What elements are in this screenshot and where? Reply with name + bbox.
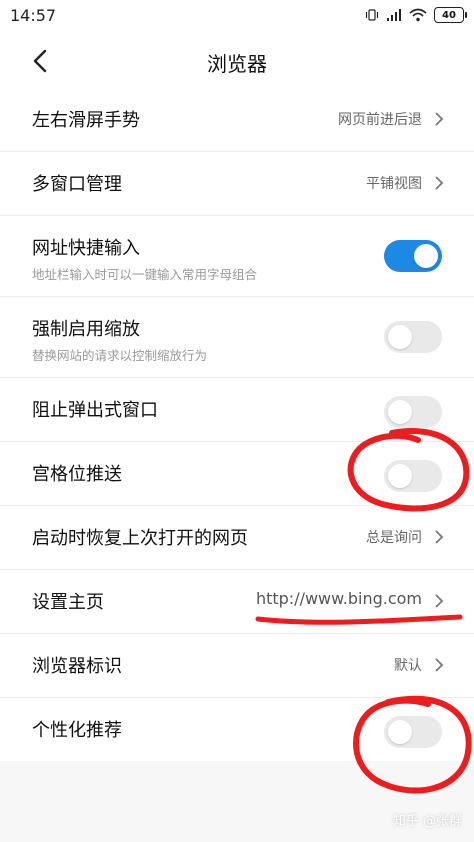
block-popups-toggle[interactable] bbox=[384, 396, 442, 428]
setting-title: 强制启用缩放 bbox=[32, 319, 140, 340]
setting-grid-push: 宫格位推送 bbox=[0, 442, 474, 506]
setting-url-shortcut: 网址快捷输入 地址栏输入时可以一键输入常用字母组合 bbox=[0, 216, 474, 297]
setting-restore-pages[interactable]: 启动时恢复上次打开的网页 总是询问 bbox=[0, 506, 474, 570]
setting-homepage[interactable]: 设置主页 http://www.bing.com bbox=[0, 570, 474, 634]
setting-value: 总是询问 bbox=[366, 530, 422, 546]
setting-swipe-gesture[interactable]: 左右滑屏手势 网页前进后退 bbox=[0, 88, 474, 152]
grid-push-toggle[interactable] bbox=[384, 460, 442, 492]
status-time: 14:57 bbox=[10, 6, 57, 25]
setting-title: 个性化推荐 bbox=[32, 720, 122, 741]
setting-value: 平铺视图 bbox=[366, 176, 422, 192]
chevron-right-icon bbox=[435, 658, 444, 672]
setting-user-agent[interactable]: 浏览器标识 默认 bbox=[0, 634, 474, 698]
setting-multi-window[interactable]: 多窗口管理 平铺视图 bbox=[0, 152, 474, 216]
status-bar: 14:57 40 bbox=[0, 0, 474, 34]
setting-title: 阻止弹出式窗口 bbox=[32, 400, 158, 421]
personalized-recommend-toggle[interactable] bbox=[384, 716, 442, 748]
signal-icon bbox=[387, 9, 401, 21]
setting-title: 浏览器标识 bbox=[32, 656, 122, 677]
setting-title: 宫格位推送 bbox=[32, 464, 122, 485]
settings-list: 左右滑屏手势 网页前进后退 多窗口管理 平铺视图 网址快捷输入 地址栏输入时可以… bbox=[0, 88, 474, 761]
vibrate-icon bbox=[365, 9, 379, 21]
status-icons: 40 bbox=[365, 7, 467, 23]
setting-value: 默认 bbox=[394, 658, 422, 674]
force-zoom-toggle[interactable] bbox=[384, 321, 442, 353]
setting-title: 设置主页 bbox=[32, 592, 104, 613]
setting-subtitle: 替换网站的请求以控制缩放行为 bbox=[32, 348, 208, 363]
setting-subtitle: 地址栏输入时可以一键输入常用字母组合 bbox=[32, 267, 258, 282]
page-title: 浏览器 bbox=[207, 52, 267, 76]
toggle-knob bbox=[414, 244, 438, 268]
chevron-right-icon bbox=[435, 176, 444, 190]
toggle-knob bbox=[388, 400, 412, 424]
setting-value: 网页前进后退 bbox=[338, 112, 422, 128]
title-bar: 浏览器 bbox=[0, 34, 474, 88]
toggle-knob bbox=[388, 325, 412, 349]
setting-title: 启动时恢复上次打开的网页 bbox=[32, 528, 248, 549]
wifi-icon bbox=[409, 8, 427, 22]
toggle-knob bbox=[388, 720, 412, 744]
url-shortcut-toggle[interactable] bbox=[384, 240, 442, 272]
setting-force-zoom: 强制启用缩放 替换网站的请求以控制缩放行为 bbox=[0, 297, 474, 378]
setting-title: 左右滑屏手势 bbox=[32, 110, 140, 131]
chevron-right-icon bbox=[435, 112, 444, 126]
setting-title: 网址快捷输入 bbox=[32, 238, 140, 259]
setting-block-popups: 阻止弹出式窗口 bbox=[0, 378, 474, 442]
battery-icon: 40 bbox=[434, 7, 467, 23]
homepage-url: http://www.bing.com bbox=[255, 589, 422, 608]
watermark: 知乎 @张群 bbox=[392, 814, 462, 829]
toggle-knob bbox=[388, 464, 412, 488]
battery-level: 40 bbox=[442, 9, 456, 21]
setting-personalized-recommend: 个性化推荐 bbox=[0, 698, 474, 761]
setting-title: 多窗口管理 bbox=[32, 174, 122, 195]
chevron-right-icon bbox=[435, 594, 444, 608]
chevron-right-icon bbox=[435, 530, 444, 544]
